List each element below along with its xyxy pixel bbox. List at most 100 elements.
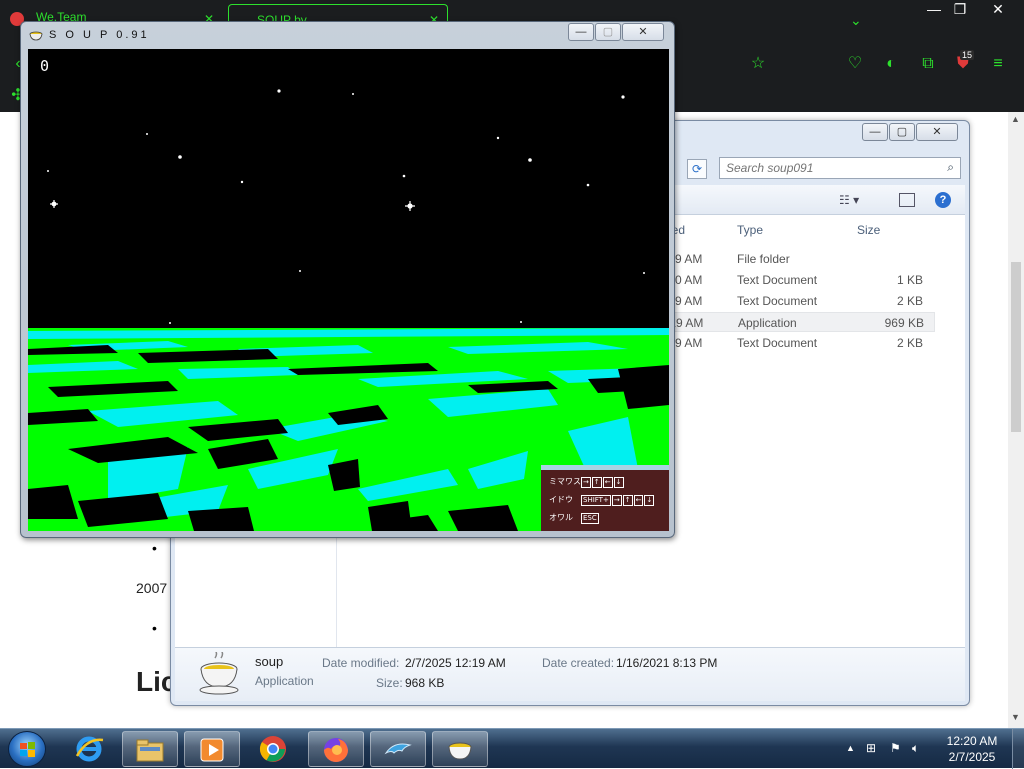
control-label: イドウ	[549, 495, 573, 504]
list-bullet: •	[152, 540, 157, 556]
file-type: File folder	[737, 252, 790, 266]
size-label: Size:	[376, 676, 403, 690]
details-file-kind: Application	[255, 674, 314, 688]
date-created-value: 1/16/2021 8:13 PM	[616, 656, 718, 670]
control-label: オワル	[549, 513, 573, 522]
soup-game-window: S O U P 0.91 — ▢ ✕ 0 ミマワス → ↑ ← ↓ イドウ SH…	[20, 21, 675, 538]
start-button[interactable]	[8, 731, 46, 767]
explorer-close-button[interactable]: ✕	[916, 123, 958, 141]
details-pane: soup Application Date modified: 2/7/2025…	[175, 647, 965, 701]
help-icon[interactable]: ?	[935, 192, 951, 208]
dolphin-icon	[384, 743, 412, 755]
extensions-icon[interactable]: ⧉	[918, 54, 938, 74]
control-label: ミマワス	[549, 477, 581, 486]
file-size: 2 KB	[896, 294, 923, 308]
dark-mode-icon[interactable]: ◐	[881, 54, 901, 74]
search-input[interactable]	[720, 158, 930, 178]
pocket-icon[interactable]: ♡	[845, 54, 865, 74]
file-type: Text Document	[737, 336, 818, 350]
network-icon[interactable]: ⊞	[866, 741, 876, 755]
key-right-icon: →	[611, 495, 622, 506]
page-header-strip	[695, 100, 995, 112]
column-header-type[interactable]: Type	[737, 223, 763, 237]
details-file-name: soup	[255, 654, 284, 669]
game-viewport[interactable]: 0 ミマワス → ↑ ← ↓ イドウ SHIFT+ → ↑ ← ↓ オワル ESC	[28, 49, 669, 531]
key-left-icon: ←	[633, 495, 644, 506]
firefox-icon	[324, 738, 348, 762]
tab-list-chevron-icon[interactable]: ⌄	[850, 12, 862, 29]
scroll-up-icon[interactable]: ▲	[1011, 114, 1020, 124]
volume-icon[interactable]: 🔈︎	[912, 741, 919, 756]
ublock-count-badge: 15	[960, 50, 975, 60]
key-right-icon: →	[581, 477, 591, 488]
taskbar-file-explorer[interactable]	[122, 731, 178, 767]
internet-explorer-icon	[75, 736, 104, 762]
key-up-icon: ↑	[591, 477, 602, 488]
menu-hamburger-icon[interactable]: ≡	[988, 54, 1008, 74]
file-size: 2 KB	[896, 336, 923, 350]
soup-app-icon	[29, 31, 43, 41]
size-value: 968 KB	[405, 676, 445, 690]
page-text: 2007	[136, 580, 168, 596]
key-up-icon: ↑	[622, 495, 633, 506]
taskbar-media-player[interactable]	[184, 731, 240, 767]
soup-window-controls: — ▢ ✕	[567, 23, 664, 41]
soup-bowl-icon	[448, 742, 472, 760]
score-counter: 0	[40, 57, 50, 75]
scrollbar-thumb[interactable]	[1011, 262, 1021, 432]
date-modified-label: Date modified:	[322, 656, 400, 670]
soup-minimize-button[interactable]: —	[568, 23, 594, 41]
refresh-icon[interactable]: ⟳	[687, 159, 707, 179]
control-row-look: ミマワス → ↑ ← ↓	[549, 476, 625, 488]
explorer-maximize-button[interactable]: ▢	[889, 123, 915, 141]
file-type: Text Document	[737, 294, 818, 308]
file-size: 969 KB	[884, 316, 924, 330]
show-desktop-button[interactable]	[1012, 729, 1024, 769]
scroll-down-icon[interactable]: ▼	[1011, 712, 1020, 722]
search-icon[interactable]: ⌕	[947, 160, 954, 175]
date-modified-value: 2/7/2025 12:19 AM	[405, 656, 506, 670]
control-row-quit: オワル ESC	[549, 512, 600, 524]
key-left-icon: ←	[602, 477, 613, 488]
taskbar-soup[interactable]	[432, 731, 488, 767]
preview-pane-button[interactable]	[899, 193, 915, 207]
starfield	[47, 89, 645, 324]
media-player-icon	[200, 738, 224, 762]
bookmark-star-icon[interactable]: ☆	[748, 54, 768, 74]
key-down-icon: ↓	[644, 495, 655, 506]
game-scene	[28, 89, 669, 531]
file-size: 1 KB	[896, 273, 923, 287]
key-shift: SHIFT+	[581, 495, 611, 506]
controls-panel: ミマワス → ↑ ← ↓ イドウ SHIFT+ → ↑ ← ↓ オワル ESC	[541, 465, 669, 531]
taskbar-dolphin-emulator[interactable]	[370, 731, 426, 767]
taskbar-internet-explorer[interactable]	[62, 731, 118, 767]
window-title: S O U P 0.91	[49, 29, 150, 41]
browser-restore-button[interactable]: ❐	[942, 0, 978, 18]
soup-close-button[interactable]: ✕	[622, 23, 664, 41]
search-box[interactable]: ⌕	[719, 157, 961, 179]
taskbar-chrome[interactable]	[246, 731, 302, 767]
key-down-icon: ↓	[613, 477, 624, 488]
list-bullet: •	[152, 620, 157, 636]
page-scrollbar[interactable]: ▲ ▼	[1008, 112, 1024, 728]
soup-maximize-button[interactable]: ▢	[595, 23, 621, 41]
show-hidden-icons-icon[interactable]: ▲	[846, 743, 855, 753]
clock-time[interactable]: 12:20 AM	[936, 734, 1008, 748]
browser-close-button[interactable]: ✕	[980, 0, 1016, 18]
taskbar: ▲ ⊞ ⚑ 🔈︎ 12:20 AM 2/7/2025	[0, 728, 1024, 769]
date-created-label: Date created:	[542, 656, 615, 670]
chrome-icon	[259, 736, 286, 762]
explorer-window-controls: — ▢ ✕	[861, 123, 958, 141]
key-esc: ESC	[581, 513, 599, 524]
clock-date[interactable]: 2/7/2025	[936, 750, 1008, 764]
column-header-size[interactable]: Size	[857, 223, 880, 237]
explorer-minimize-button[interactable]: —	[862, 123, 888, 141]
folder-icon	[136, 739, 164, 762]
soup-bowl-icon	[199, 652, 239, 695]
action-center-flag-icon[interactable]: ⚑	[890, 741, 901, 755]
change-view-button[interactable]: ☷ ▾	[839, 193, 859, 207]
file-type: Application	[738, 316, 797, 330]
control-row-move: イドウ SHIFT+ → ↑ ← ↓	[549, 494, 655, 506]
file-type: Text Document	[737, 273, 818, 287]
taskbar-firefox[interactable]	[308, 731, 364, 767]
